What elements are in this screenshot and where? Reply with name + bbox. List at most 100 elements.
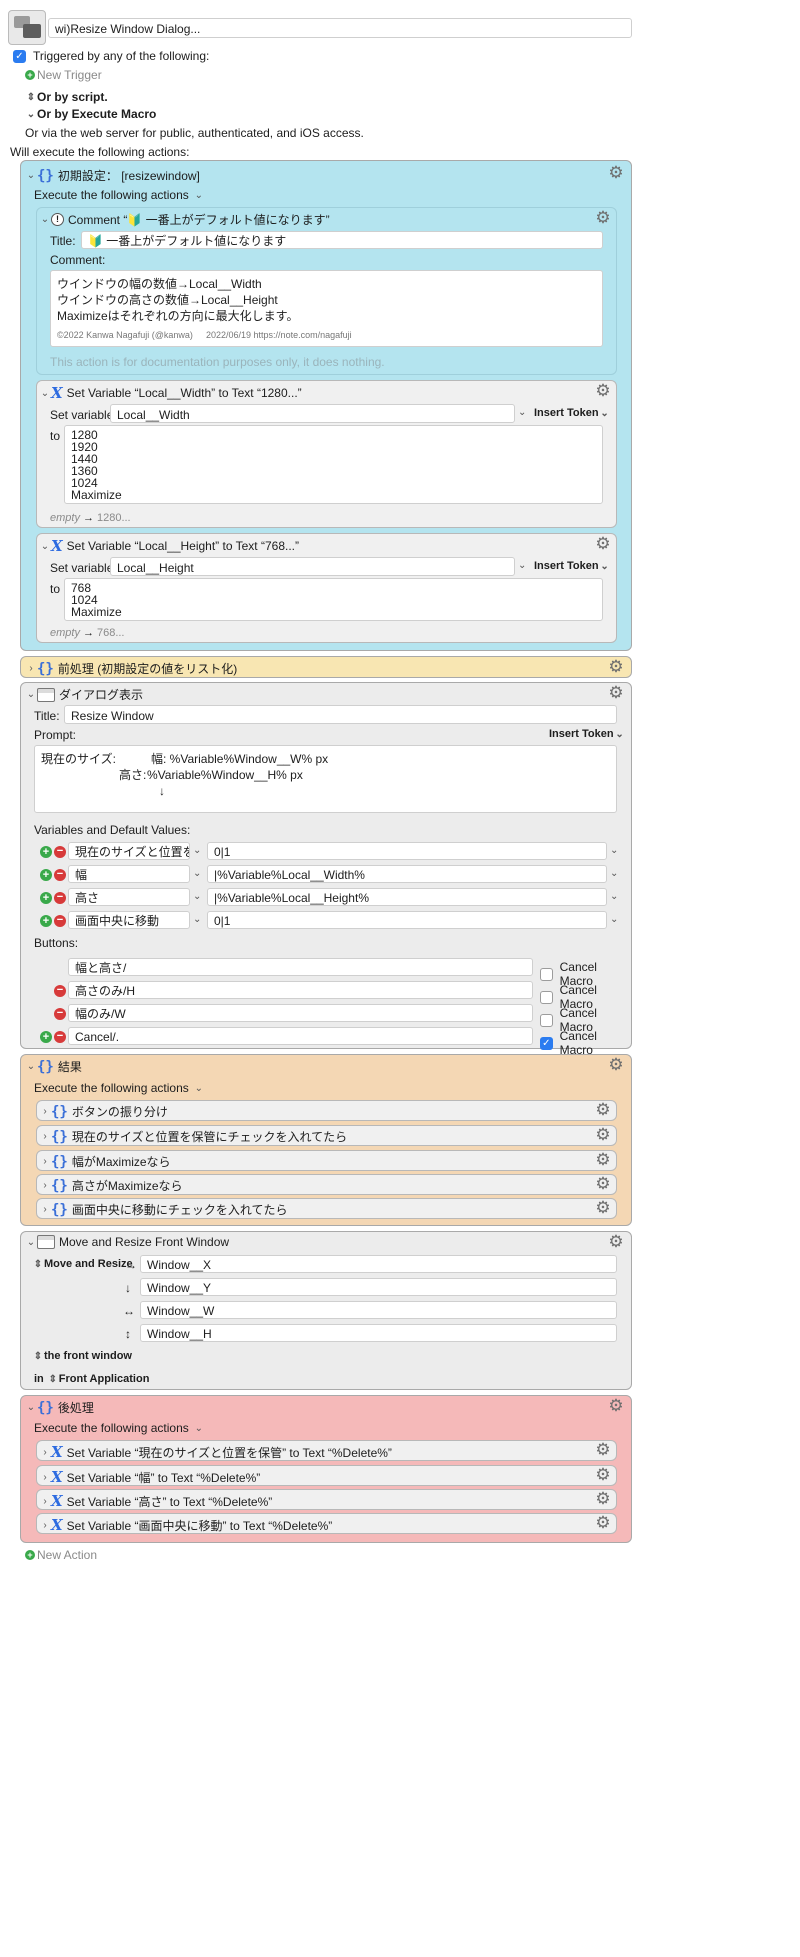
chevron-down-icon[interactable]: ⌄ xyxy=(610,914,618,925)
set-variable-width-header[interactable]: ⌄ X Set Variable “Local__Width” to Text … xyxy=(39,384,302,402)
variable-default-field[interactable]: 0|1 xyxy=(207,911,607,929)
gear-icon[interactable]: ⚙ xyxy=(594,1151,612,1169)
insert-token-button[interactable]: Insert Token ⌄ xyxy=(549,728,626,740)
variable-value-textarea[interactable]: 768 1024 Maximize xyxy=(64,578,603,621)
remove-variable-button[interactable]: − xyxy=(54,892,66,904)
comment-title-field[interactable]: 🔰 一番上がデフォルト値になります xyxy=(81,231,603,249)
chevron-down-icon[interactable]: ⌄ xyxy=(610,891,618,902)
remove-variable-button[interactable]: − xyxy=(54,846,66,858)
new-action-button[interactable]: + New Action xyxy=(25,1548,97,1562)
comment-action-header[interactable]: ⌄ ! Comment “🔰 一番上がデフォルト値になります” xyxy=(39,211,330,228)
gear-icon[interactable]: ⚙ xyxy=(594,1199,612,1217)
button-label-field[interactable]: 幅のみ/W xyxy=(68,1004,533,1022)
move-resize-mode-popup[interactable]: ⇕ Move and Resize xyxy=(32,1258,133,1270)
chevron-down-icon[interactable]: ⌄ xyxy=(518,560,526,571)
gear-icon[interactable]: ⚙ xyxy=(607,164,625,182)
remove-button-button[interactable]: − xyxy=(54,985,66,997)
gear-icon[interactable]: ⚙ xyxy=(594,1490,612,1508)
window-y-field[interactable]: Window__Y xyxy=(140,1278,617,1296)
post-item[interactable]: › X Set Variable “現在のサイズと位置を保管” to Text … xyxy=(36,1440,617,1461)
variable-value-textarea[interactable]: 1280 1920 1440 1360 1024 Maximize xyxy=(64,425,603,504)
gear-icon[interactable]: ⚙ xyxy=(594,1441,612,1459)
add-variable-button[interactable]: + xyxy=(40,846,52,858)
chevron-down-icon[interactable]: ⌄ xyxy=(193,891,201,902)
remove-button-button[interactable]: − xyxy=(54,1031,66,1043)
button-label-field[interactable]: 幅と高さ/ xyxy=(68,958,533,976)
button-label-field[interactable]: Cancel/. xyxy=(68,1027,533,1045)
gear-icon[interactable]: ⚙ xyxy=(594,535,612,553)
variable-default-field[interactable]: |%Variable%Local__Width% xyxy=(207,865,607,883)
post-item[interactable]: › X Set Variable “画面中央に移動” to Text “%Del… xyxy=(36,1513,617,1534)
insert-token-button[interactable]: Insert Token ⌄ xyxy=(534,407,611,419)
variable-name-field[interactable]: 現在のサイズと位置を保管 xyxy=(68,842,190,860)
chevron-down-icon[interactable]: ⌄ xyxy=(193,868,201,879)
results-item[interactable]: › {} 画面中央に移動にチェックを入れてたら ⚙ xyxy=(36,1198,617,1219)
chevron-down-icon[interactable]: ⌄ xyxy=(610,845,618,856)
gear-icon[interactable]: ⚙ xyxy=(594,1175,612,1193)
insert-token-button[interactable]: Insert Token ⌄ xyxy=(534,560,611,572)
group-results-header[interactable]: ⌄ {} 結果 xyxy=(25,1058,82,1075)
variable-default-field[interactable]: 0|1 xyxy=(207,842,607,860)
dialog-prompt-textarea[interactable]: 現在のサイズ: 幅: %Variable%Window__W% px 高さ: %… xyxy=(34,745,617,813)
execute-actions-label[interactable]: Execute the following actions ⌄ xyxy=(34,1081,205,1095)
group-post-process-header[interactable]: ⌄ {} 後処理 xyxy=(25,1399,94,1416)
triggered-row[interactable]: ✓ Triggered by any of the following: xyxy=(13,49,209,63)
chevron-down-icon[interactable]: ⌄ xyxy=(518,407,526,418)
new-trigger-button[interactable]: + New Trigger xyxy=(25,68,102,82)
gear-icon[interactable]: ⚙ xyxy=(594,1126,612,1144)
front-window-popup[interactable]: ⇕ the front window xyxy=(32,1350,132,1362)
application-popup[interactable]: in ⇕ Front Application xyxy=(34,1373,149,1385)
group-initial-settings-header[interactable]: ⌄ {} 初期設定： [resizewindow] xyxy=(25,167,200,184)
gear-icon[interactable]: ⚙ xyxy=(607,1056,625,1074)
group-preprocess-header[interactable]: › {} 前処理 (初期設定の値をリスト化) xyxy=(25,660,237,677)
move-resize-header[interactable]: ⌄ Move and Resize Front Window xyxy=(25,1235,229,1249)
set-variable-height-header[interactable]: ⌄ X Set Variable “Local__Height” to Text… xyxy=(39,537,299,555)
dialog-action-header[interactable]: ⌄ ダイアログ表示 xyxy=(25,686,143,703)
gear-icon[interactable]: ⚙ xyxy=(607,658,625,676)
window-x-field[interactable]: Window__X xyxy=(140,1255,617,1273)
cancel-macro-checkbox[interactable]: ✓ Cancel Macro xyxy=(540,1029,631,1057)
gear-icon[interactable]: ⚙ xyxy=(594,382,612,400)
results-item[interactable]: › {} ボタンの振り分け ⚙ xyxy=(36,1100,617,1121)
set-variable-height-action: ⌄ X Set Variable “Local__Height” to Text… xyxy=(36,533,617,643)
post-item[interactable]: › X Set Variable “幅” to Text “%Delete%” … xyxy=(36,1465,617,1486)
remove-variable-button[interactable]: − xyxy=(54,869,66,881)
variable-default-field[interactable]: |%Variable%Local__Height% xyxy=(207,888,607,906)
remove-button-button[interactable]: − xyxy=(54,1008,66,1020)
post-item[interactable]: › X Set Variable “高さ” to Text “%Delete%”… xyxy=(36,1489,617,1510)
gear-icon[interactable]: ⚙ xyxy=(594,209,612,227)
window-h-field[interactable]: Window__H xyxy=(140,1324,617,1342)
gear-icon[interactable]: ⚙ xyxy=(594,1466,612,1484)
results-item[interactable]: › {} 高さがMaximizeなら ⚙ xyxy=(36,1174,617,1195)
add-variable-button[interactable]: + xyxy=(40,915,52,927)
triggered-checkbox[interactable]: ✓ xyxy=(13,49,26,63)
chevron-down-icon[interactable]: ⌄ xyxy=(193,845,201,856)
results-item[interactable]: › {} 幅がMaximizeなら ⚙ xyxy=(36,1150,617,1171)
add-button-button[interactable]: + xyxy=(40,1031,52,1043)
variable-name-field[interactable]: 高さ xyxy=(68,888,190,906)
execute-actions-label[interactable]: Execute the following actions ⌄ xyxy=(34,188,205,202)
add-variable-button[interactable]: + xyxy=(40,869,52,881)
macro-name-field[interactable]: wi)Resize Window Dialog... xyxy=(48,18,632,38)
dialog-title-field[interactable]: Resize Window xyxy=(64,705,617,724)
variable-name-field[interactable]: Local__Height xyxy=(110,557,515,576)
gear-icon[interactable]: ⚙ xyxy=(594,1514,612,1532)
remove-variable-button[interactable]: − xyxy=(54,915,66,927)
gear-icon[interactable]: ⚙ xyxy=(607,684,625,702)
add-variable-button[interactable]: + xyxy=(40,892,52,904)
variable-name-field[interactable]: 幅 xyxy=(68,865,190,883)
gear-icon[interactable]: ⚙ xyxy=(607,1397,625,1415)
variable-name-field[interactable]: Local__Width xyxy=(110,404,515,423)
or-by-script[interactable]: ⇕ Or by script. xyxy=(25,90,108,104)
gear-icon[interactable]: ⚙ xyxy=(594,1101,612,1119)
chevron-down-icon[interactable]: ⌄ xyxy=(610,868,618,879)
comment-textarea[interactable]: ウインドウの幅の数値→Local__Width ウインドウの高さの数値→Loca… xyxy=(50,270,603,347)
gear-icon[interactable]: ⚙ xyxy=(607,1233,625,1251)
button-label-field[interactable]: 高さのみ/H xyxy=(68,981,533,999)
execute-actions-label[interactable]: Execute the following actions ⌄ xyxy=(34,1421,205,1435)
results-item[interactable]: › {} 現在のサイズと位置を保管にチェックを入れてたら ⚙ xyxy=(36,1125,617,1146)
chevron-down-icon[interactable]: ⌄ xyxy=(193,914,201,925)
or-by-execute-macro[interactable]: ⌄ Or by Execute Macro xyxy=(25,107,157,121)
window-w-field[interactable]: Window__W xyxy=(140,1301,617,1319)
variable-name-field[interactable]: 画面中央に移動 xyxy=(68,911,190,929)
